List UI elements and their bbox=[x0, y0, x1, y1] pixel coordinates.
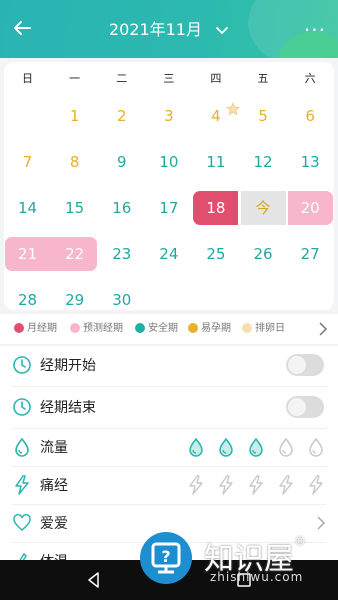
legend-bar: 月经期 预测经期 安全期 易孕期 排卵日 bbox=[0, 314, 338, 344]
calendar-day[interactable]: 9 bbox=[98, 142, 145, 182]
svg-text:?: ? bbox=[161, 547, 170, 566]
watermark-url: zhishiwu.com bbox=[210, 570, 304, 584]
calendar-day[interactable]: 18 bbox=[192, 188, 239, 228]
month-selector[interactable]: 2021年11月 bbox=[0, 16, 338, 40]
legend-item: 排卵日 bbox=[242, 314, 285, 344]
thermometer-icon bbox=[19, 552, 27, 560]
drop-level-2-icon[interactable] bbox=[216, 437, 236, 457]
pain-level-selector bbox=[186, 475, 336, 495]
legend-label: 预测经期 bbox=[83, 323, 123, 334]
period-start-row: 经期开始 bbox=[0, 346, 338, 384]
calendar-day[interactable]: 14 bbox=[4, 188, 51, 228]
chevron-right-icon[interactable] bbox=[318, 322, 328, 336]
drop-level-1-icon[interactable] bbox=[186, 437, 206, 457]
clock-icon bbox=[13, 356, 31, 374]
legend-item: 预测经期 bbox=[70, 314, 123, 344]
pain-level-5-icon[interactable] bbox=[306, 475, 326, 495]
calendar-day[interactable]: 20 bbox=[287, 188, 334, 228]
chevron-down-icon bbox=[216, 26, 228, 34]
calendar-day[interactable]: 26 bbox=[240, 234, 287, 274]
period-start-toggle[interactable] bbox=[286, 354, 324, 376]
calendar-day[interactable]: 12 bbox=[240, 142, 287, 182]
watermark-logo: ? bbox=[140, 532, 192, 584]
calendar-day[interactable]: 22 bbox=[51, 234, 98, 274]
weekday-label: 二 bbox=[116, 72, 128, 85]
pain-row: 痛经 bbox=[0, 466, 338, 504]
flow-label: 流量 bbox=[40, 440, 68, 456]
legend-dot bbox=[70, 323, 80, 333]
calendar-day[interactable]: 今 bbox=[240, 188, 287, 228]
calendar-day[interactable]: 15 bbox=[51, 188, 98, 228]
legend-label: 排卵日 bbox=[255, 323, 285, 334]
calendar-day[interactable]: 3 bbox=[145, 96, 192, 136]
weekday-label: 六 bbox=[304, 72, 316, 85]
period-start-label: 经期开始 bbox=[40, 358, 96, 374]
weekday-label: 一 bbox=[69, 72, 81, 85]
month-title: 2021年11月 bbox=[108, 20, 202, 39]
flow-level-selector bbox=[186, 437, 336, 457]
header-bar: 2021年11月 ··· bbox=[0, 0, 338, 58]
calendar-card: 日一二三四五六 1 2 3 4 5 6 7 8 9 10 11 12 13 14 15 16 17 18 今 20 21… bbox=[4, 62, 334, 310]
calendar-day[interactable]: 23 bbox=[98, 234, 145, 274]
calendar-day[interactable]: 8 bbox=[51, 142, 98, 182]
love-label: 爱爱 bbox=[40, 516, 68, 532]
legend-dot bbox=[14, 323, 24, 333]
calendar-day[interactable]: 5 bbox=[240, 96, 287, 136]
drop-level-5-icon[interactable] bbox=[306, 437, 326, 457]
legend-label: 月经期 bbox=[27, 323, 57, 334]
heart-icon bbox=[13, 514, 31, 531]
weekday-label: 日 bbox=[22, 72, 34, 85]
calendar-grid: 1 2 3 4 5 6 7 8 9 10 11 12 13 14 15 16 17 18 今 20 21 22 23 24 25… bbox=[4, 96, 334, 309]
clock-icon bbox=[13, 398, 31, 416]
ovulation-icon bbox=[226, 102, 241, 116]
calendar-day[interactable]: 10 bbox=[145, 142, 192, 182]
more-menu-icon[interactable]: ··· bbox=[304, 18, 326, 42]
calendar-day[interactable]: 1 bbox=[51, 96, 98, 136]
weekday-header: 日一二三四五六 bbox=[4, 70, 334, 86]
legend-dot bbox=[188, 323, 198, 333]
weekday-label: 三 bbox=[163, 72, 175, 85]
legend-dot bbox=[135, 323, 145, 333]
pain-label: 痛经 bbox=[40, 478, 68, 494]
pain-level-4-icon[interactable] bbox=[276, 475, 296, 495]
temperature-label: 体温 bbox=[40, 551, 68, 560]
calendar-day[interactable]: 2 bbox=[98, 96, 145, 136]
calendar-day[interactable]: 17 bbox=[145, 188, 192, 228]
pain-level-1-icon[interactable] bbox=[186, 475, 206, 495]
drop-icon bbox=[15, 437, 29, 457]
calendar-day[interactable]: 13 bbox=[287, 142, 334, 182]
legend-item: 安全期 bbox=[135, 314, 178, 344]
flow-row: 流量 bbox=[0, 428, 338, 466]
drop-level-3-icon[interactable] bbox=[246, 437, 266, 457]
weekday-label: 四 bbox=[210, 72, 222, 85]
calendar-day[interactable]: 25 bbox=[192, 234, 239, 274]
pain-level-2-icon[interactable] bbox=[216, 475, 236, 495]
drop-level-4-icon[interactable] bbox=[276, 437, 296, 457]
period-end-row: 经期结束 bbox=[0, 388, 338, 426]
lightning-icon bbox=[15, 475, 29, 495]
calendar-day[interactable]: 11 bbox=[192, 142, 239, 182]
legend-item: 月经期 bbox=[14, 314, 57, 344]
chevron-right-icon bbox=[317, 516, 326, 530]
period-end-label: 经期结束 bbox=[40, 400, 96, 416]
calendar-day[interactable]: 6 bbox=[287, 96, 334, 136]
legend-label: 安全期 bbox=[148, 323, 178, 334]
legend-dot bbox=[242, 323, 252, 333]
nav-back-icon[interactable] bbox=[84, 570, 104, 590]
period-end-toggle[interactable] bbox=[286, 396, 324, 418]
calendar-day[interactable]: 7 bbox=[4, 142, 51, 182]
calendar-day[interactable]: 16 bbox=[98, 188, 145, 228]
legend-label: 易孕期 bbox=[201, 323, 231, 334]
record-list: 经期开始 经期结束 流量 痛经 爱爱 bbox=[0, 346, 338, 560]
pain-level-3-icon[interactable] bbox=[246, 475, 266, 495]
calendar-day[interactable]: 27 bbox=[287, 234, 334, 274]
calendar-day[interactable]: 21 bbox=[4, 234, 51, 274]
legend-item: 易孕期 bbox=[188, 314, 231, 344]
weekday-label: 五 bbox=[257, 72, 269, 85]
calendar-day[interactable]: 24 bbox=[145, 234, 192, 274]
